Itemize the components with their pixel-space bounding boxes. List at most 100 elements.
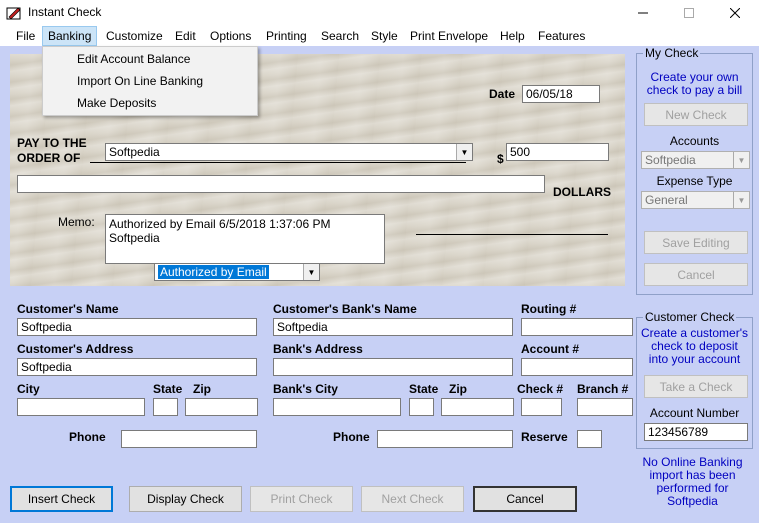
chevron-down-icon[interactable]: ▼ bbox=[456, 144, 472, 160]
menu-help[interactable]: Help bbox=[495, 26, 530, 46]
bank-phone-field[interactable] bbox=[377, 430, 513, 448]
memo-line-1: Authorized by Email 6/5/2018 1:37:06 PM bbox=[109, 217, 331, 231]
online-banking-note: No Online Banking import has been perfor… bbox=[642, 455, 743, 508]
minimize-button[interactable] bbox=[620, 0, 666, 26]
expense-type-select[interactable]: General ▼ bbox=[641, 191, 750, 209]
menu-style[interactable]: Style bbox=[366, 26, 403, 46]
customer-name-label: Customer's Name bbox=[17, 302, 119, 316]
menu-features[interactable]: Features bbox=[533, 26, 590, 46]
pay-to-label-2: ORDER OF bbox=[17, 151, 81, 165]
save-editing-button[interactable]: Save Editing bbox=[644, 231, 748, 254]
menu-search[interactable]: Search bbox=[316, 26, 364, 46]
routing-field[interactable] bbox=[521, 318, 633, 336]
date-label: Date bbox=[489, 87, 516, 101]
app-icon bbox=[6, 7, 21, 20]
cancel-button[interactable]: Cancel bbox=[473, 486, 577, 512]
print-check-button[interactable]: Print Check bbox=[250, 486, 353, 512]
accounts-value: Softpedia bbox=[645, 153, 696, 167]
branch-field[interactable] bbox=[577, 398, 633, 416]
customer-address-label: Customer's Address bbox=[17, 342, 134, 356]
bank-zip-label: Zip bbox=[449, 382, 467, 396]
customer-name-field[interactable]: Softpedia bbox=[17, 318, 257, 336]
customer-city-field[interactable] bbox=[17, 398, 145, 416]
chevron-down-icon[interactable]: ▼ bbox=[303, 264, 319, 280]
reserve-label: Reserve bbox=[521, 430, 568, 444]
check-number-field[interactable] bbox=[521, 398, 562, 416]
new-check-button[interactable]: New Check bbox=[644, 103, 748, 126]
expense-type-label: Expense Type bbox=[656, 174, 733, 188]
dollars-label: DOLLARS bbox=[553, 185, 611, 199]
customer-zip-field[interactable] bbox=[185, 398, 258, 416]
accounts-label: Accounts bbox=[669, 134, 720, 148]
menu-item-make-deposits[interactable]: Make Deposits bbox=[77, 96, 156, 110]
account-number-label: Account Number bbox=[649, 406, 740, 420]
my-check-description: Create your own check to pay a bill bbox=[646, 70, 743, 97]
authorization-value: Authorized by Email bbox=[158, 265, 269, 279]
accounts-select[interactable]: Softpedia ▼ bbox=[641, 151, 750, 169]
account-label: Account # bbox=[521, 342, 580, 356]
account-field[interactable] bbox=[521, 358, 633, 376]
menu-file[interactable]: File bbox=[11, 26, 40, 46]
menu-item-edit-account-balance[interactable]: Edit Account Balance bbox=[77, 52, 190, 66]
customer-state-label: State bbox=[153, 382, 183, 396]
next-check-button[interactable]: Next Check bbox=[361, 486, 464, 512]
customer-address-field[interactable]: Softpedia bbox=[17, 358, 257, 376]
menu-banking[interactable]: Banking bbox=[42, 26, 98, 46]
maximize-icon bbox=[684, 8, 694, 18]
branch-label: Branch # bbox=[577, 382, 629, 396]
menu-options[interactable]: Options bbox=[205, 26, 256, 46]
menu-edit[interactable]: Edit bbox=[170, 26, 201, 46]
bank-zip-field[interactable] bbox=[441, 398, 514, 416]
memo-label: Memo: bbox=[58, 215, 95, 229]
menu-printing[interactable]: Printing bbox=[261, 26, 312, 46]
menu-print-envelope[interactable]: Print Envelope bbox=[405, 26, 493, 46]
display-check-button[interactable]: Display Check bbox=[129, 486, 242, 512]
bank-address-label: Bank's Address bbox=[273, 342, 363, 356]
my-check-title: My Check bbox=[643, 46, 701, 60]
take-a-check-button[interactable]: Take a Check bbox=[644, 375, 748, 398]
menu-customize[interactable]: Customize bbox=[101, 26, 168, 46]
amount-field[interactable]: 500 bbox=[506, 143, 609, 161]
customer-phone-label: Phone bbox=[69, 430, 106, 444]
bank-phone-label: Phone bbox=[333, 430, 370, 444]
instant-check-window: Instant Check File Banking Customize Edi… bbox=[0, 0, 759, 523]
pay-to-label-1: PAY TO THE bbox=[17, 136, 87, 150]
customer-zip-label: Zip bbox=[193, 382, 211, 396]
routing-label: Routing # bbox=[521, 302, 577, 316]
window-title: Instant Check bbox=[28, 5, 102, 19]
bank-state-field[interactable] bbox=[409, 398, 434, 416]
close-icon bbox=[730, 8, 740, 18]
bank-address-field[interactable] bbox=[273, 358, 513, 376]
reserve-field[interactable] bbox=[577, 430, 602, 448]
payee-underline bbox=[90, 162, 466, 163]
payee-select[interactable]: Softpedia ▼ bbox=[105, 143, 473, 161]
customer-phone-field[interactable] bbox=[121, 430, 257, 448]
customer-check-description: Create a customer's check to deposit int… bbox=[641, 326, 748, 366]
close-button[interactable] bbox=[712, 0, 758, 26]
dollar-sign: $ bbox=[497, 152, 504, 166]
menu-bar: File Banking Customize Edit Options Prin… bbox=[0, 26, 759, 46]
customer-state-field[interactable] bbox=[153, 398, 178, 416]
bank-state-label: State bbox=[409, 382, 439, 396]
maximize-button[interactable] bbox=[666, 0, 712, 26]
customer-city-label: City bbox=[17, 382, 40, 396]
amount-words-field[interactable] bbox=[17, 175, 545, 193]
menu-item-import-online-banking[interactable]: Import On Line Banking bbox=[77, 74, 203, 88]
my-check-cancel-button[interactable]: Cancel bbox=[644, 263, 748, 286]
customer-check-title: Customer Check bbox=[643, 310, 737, 324]
account-number-field[interactable]: 123456789 bbox=[644, 423, 748, 441]
bank-city-field[interactable] bbox=[273, 398, 401, 416]
banking-dropdown-menu: Edit Account Balance Import On Line Bank… bbox=[42, 46, 258, 116]
minimize-icon bbox=[638, 12, 648, 14]
expense-type-value: General bbox=[645, 193, 688, 207]
authorization-select[interactable]: Authorized by Email ▼ bbox=[154, 263, 320, 281]
payee-value: Softpedia bbox=[109, 145, 160, 159]
memo-field[interactable]: Authorized by Email 6/5/2018 1:37:06 PM … bbox=[105, 214, 385, 264]
chevron-down-icon[interactable]: ▼ bbox=[733, 192, 749, 208]
insert-check-button[interactable]: Insert Check bbox=[10, 486, 113, 512]
chevron-down-icon[interactable]: ▼ bbox=[733, 152, 749, 168]
check-number-label: Check # bbox=[517, 382, 564, 396]
bank-city-label: Bank's City bbox=[273, 382, 338, 396]
date-field[interactable]: 06/05/18 bbox=[522, 85, 600, 103]
bank-name-field[interactable]: Softpedia bbox=[273, 318, 513, 336]
